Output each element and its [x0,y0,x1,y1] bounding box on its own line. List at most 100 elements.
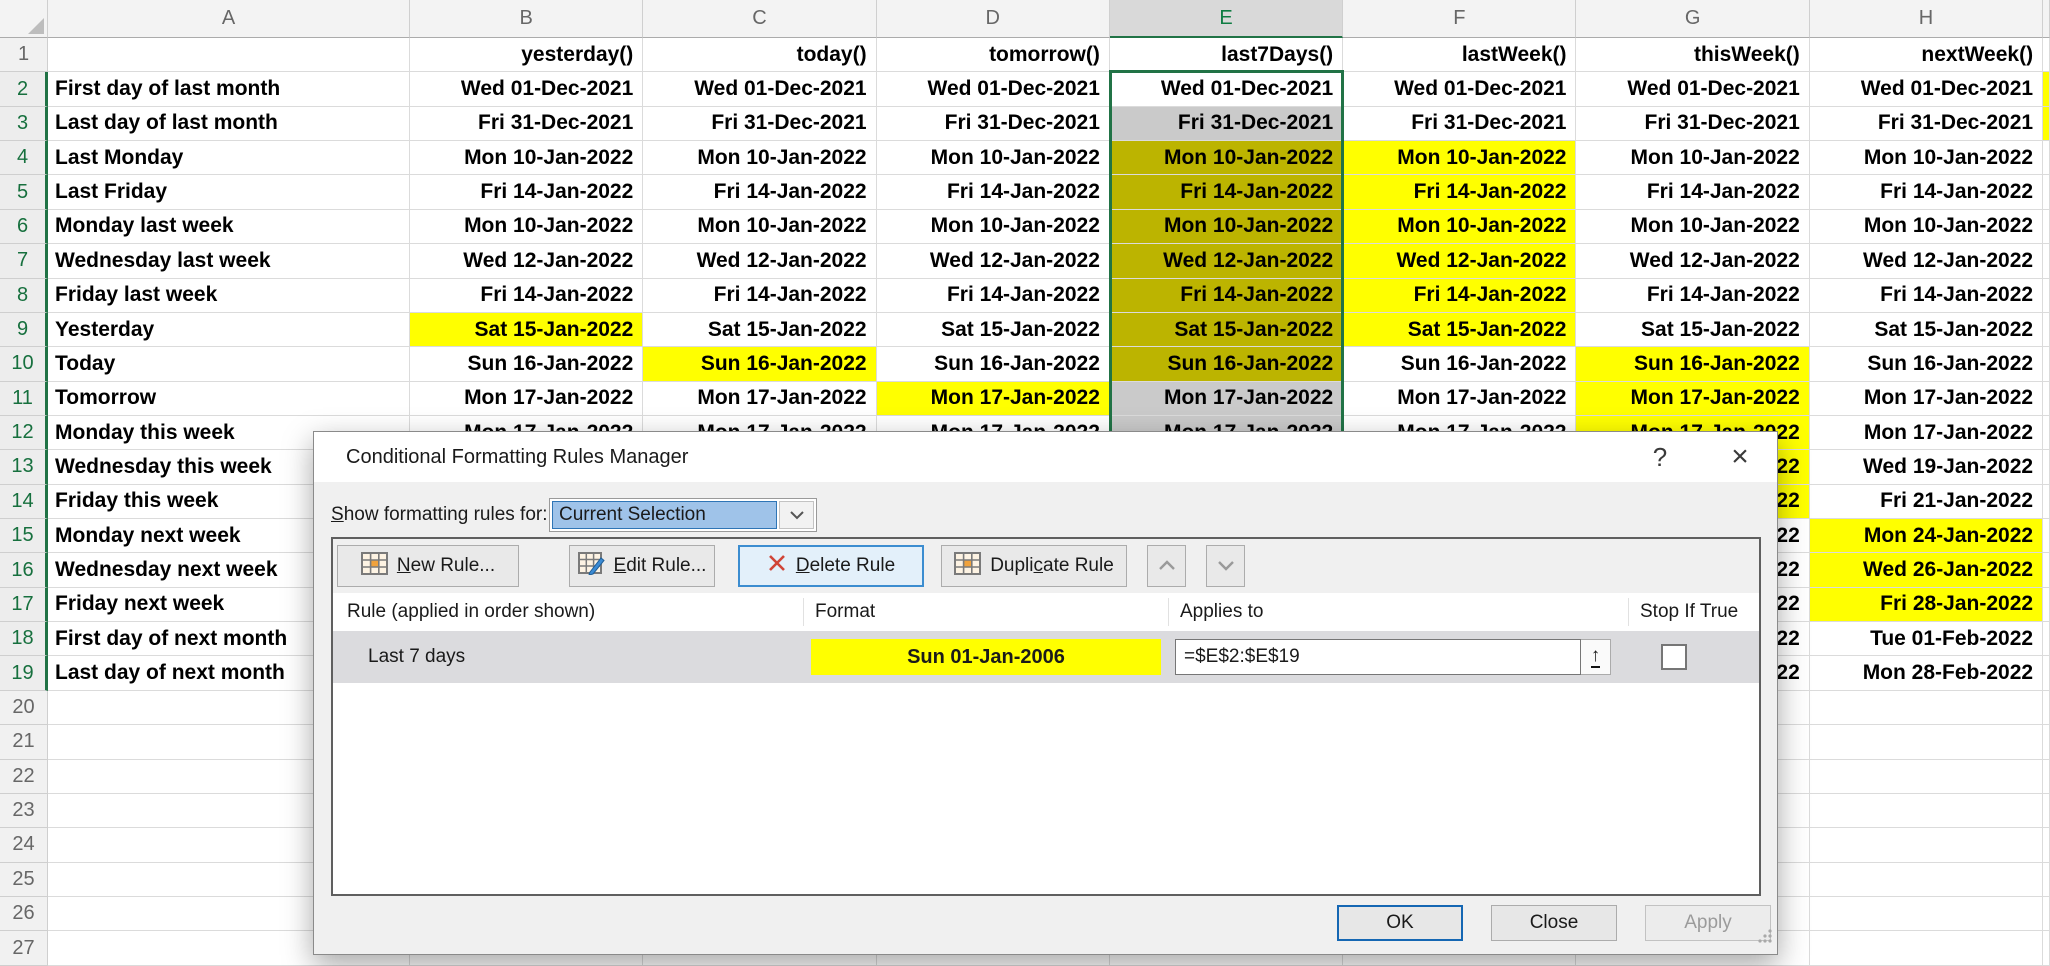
cell-D1[interactable]: tomorrow() [877,38,1110,72]
cell-A8[interactable]: Friday last week [48,279,410,313]
cell-partial-right-22[interactable] [2043,760,2050,794]
cell-E4[interactable]: Mon 10-Jan-2022 [1110,141,1343,175]
cell-D10[interactable]: Sun 16-Jan-2022 [877,347,1110,381]
cell-D6[interactable]: Mon 10-Jan-2022 [877,210,1110,244]
cell-H26[interactable] [1810,897,2043,931]
cell-partial-right-6[interactable] [2043,210,2050,244]
cell-C10[interactable]: Sun 16-Jan-2022 [643,347,876,381]
cell-A9[interactable]: Yesterday [48,313,410,347]
cell-H22[interactable] [1810,760,2043,794]
delete-rule-button[interactable]: Delete Rule [738,545,924,587]
column-header-partial-right[interactable] [2043,0,2050,38]
cell-A11[interactable]: Tomorrow [48,382,410,416]
cell-C4[interactable]: Mon 10-Jan-2022 [643,141,876,175]
column-header-H[interactable]: H [1810,0,2043,38]
rule-row-last-7-days[interactable]: Last 7 days Sun 01-Jan-2006 =$E$2:$E$19 … [333,631,1759,683]
column-header-F[interactable]: F [1343,0,1576,38]
cell-E11[interactable]: Mon 17-Jan-2022 [1110,382,1343,416]
cell-partial-right-5[interactable] [2043,175,2050,209]
row-header-2[interactable]: 2 [0,72,48,106]
cell-H11[interactable]: Mon 17-Jan-2022 [1810,382,2043,416]
cell-G10[interactable]: Sun 16-Jan-2022 [1576,347,1809,381]
cell-E8[interactable]: Fri 14-Jan-2022 [1110,279,1343,313]
column-header-C[interactable]: C [643,0,876,38]
row-header-17[interactable]: 17 [0,588,48,622]
cell-H17[interactable]: Fri 28-Jan-2022 [1810,588,2043,622]
cell-H25[interactable] [1810,863,2043,897]
cell-partial-right-7[interactable] [2043,244,2050,278]
column-header-E[interactable]: E [1110,0,1343,38]
help-icon[interactable]: ? [1632,432,1688,482]
cell-D11[interactable]: Mon 17-Jan-2022 [877,382,1110,416]
cell-C7[interactable]: Wed 12-Jan-2022 [643,244,876,278]
cell-B3[interactable]: Fri 31-Dec-2021 [410,107,643,141]
ok-button[interactable]: OK [1337,905,1463,941]
row-header-23[interactable]: 23 [0,794,48,828]
row-header-7[interactable]: 7 [0,244,48,278]
cell-G8[interactable]: Fri 14-Jan-2022 [1576,279,1809,313]
cell-C9[interactable]: Sat 15-Jan-2022 [643,313,876,347]
cell-partial-right-21[interactable] [2043,725,2050,759]
cell-E3[interactable]: Fri 31-Dec-2021 [1110,107,1343,141]
cell-D4[interactable]: Mon 10-Jan-2022 [877,141,1110,175]
cell-partial-right-24[interactable] [2043,828,2050,862]
cell-H6[interactable]: Mon 10-Jan-2022 [1810,210,2043,244]
cell-D8[interactable]: Fri 14-Jan-2022 [877,279,1110,313]
cell-partial-right-27[interactable] [2043,931,2050,965]
cell-partial-right-17[interactable] [2043,588,2050,622]
cell-H14[interactable]: Fri 21-Jan-2022 [1810,485,2043,519]
cell-C1[interactable]: today() [643,38,876,72]
cell-C5[interactable]: Fri 14-Jan-2022 [643,175,876,209]
cell-C2[interactable]: Wed 01-Dec-2021 [643,72,876,106]
cell-G7[interactable]: Wed 12-Jan-2022 [1576,244,1809,278]
cell-H19[interactable]: Mon 28-Feb-2022 [1810,656,2043,690]
cell-F6[interactable]: Mon 10-Jan-2022 [1343,210,1576,244]
chevron-down-icon[interactable] [779,501,814,529]
column-header-G[interactable]: G [1576,0,1809,38]
stop-if-true-checkbox[interactable] [1661,644,1687,670]
cell-G3[interactable]: Fri 31-Dec-2021 [1576,107,1809,141]
cell-F8[interactable]: Fri 14-Jan-2022 [1343,279,1576,313]
cell-partial-right-9[interactable] [2043,313,2050,347]
row-header-16[interactable]: 16 [0,553,48,587]
row-header-9[interactable]: 9 [0,313,48,347]
cell-C8[interactable]: Fri 14-Jan-2022 [643,279,876,313]
cell-partial-right-3[interactable] [2043,107,2050,141]
row-header-4[interactable]: 4 [0,141,48,175]
cell-H27[interactable] [1810,931,2043,965]
cell-H5[interactable]: Fri 14-Jan-2022 [1810,175,2043,209]
cell-F9[interactable]: Sat 15-Jan-2022 [1343,313,1576,347]
row-header-18[interactable]: 18 [0,622,48,656]
cell-E5[interactable]: Fri 14-Jan-2022 [1110,175,1343,209]
cell-B10[interactable]: Sun 16-Jan-2022 [410,347,643,381]
cell-A4[interactable]: Last Monday [48,141,410,175]
cell-B7[interactable]: Wed 12-Jan-2022 [410,244,643,278]
row-header-26[interactable]: 26 [0,897,48,931]
move-rule-up-button[interactable] [1147,545,1186,587]
row-header-15[interactable]: 15 [0,519,48,553]
cell-B9[interactable]: Sat 15-Jan-2022 [410,313,643,347]
cell-partial-right-18[interactable] [2043,622,2050,656]
cell-partial-right-20[interactable] [2043,691,2050,725]
cell-G11[interactable]: Mon 17-Jan-2022 [1576,382,1809,416]
cell-G9[interactable]: Sat 15-Jan-2022 [1576,313,1809,347]
cell-G2[interactable]: Wed 01-Dec-2021 [1576,72,1809,106]
cell-H9[interactable]: Sat 15-Jan-2022 [1810,313,2043,347]
row-header-11[interactable]: 11 [0,382,48,416]
column-header-A[interactable]: A [48,0,410,38]
resize-grip[interactable] [1758,927,1772,949]
cell-A10[interactable]: Today [48,347,410,381]
cell-partial-right-11[interactable] [2043,382,2050,416]
cell-partial-right-14[interactable] [2043,485,2050,519]
cell-E9[interactable]: Sat 15-Jan-2022 [1110,313,1343,347]
cell-partial-right-13[interactable] [2043,450,2050,484]
row-header-1[interactable]: 1 [0,38,48,72]
cell-partial-right-15[interactable] [2043,519,2050,553]
cell-E2[interactable]: Wed 01-Dec-2021 [1110,72,1343,106]
cell-H1[interactable]: nextWeek() [1810,38,2043,72]
row-header-19[interactable]: 19 [0,656,48,690]
cell-H8[interactable]: Fri 14-Jan-2022 [1810,279,2043,313]
cell-F2[interactable]: Wed 01-Dec-2021 [1343,72,1576,106]
cell-E1[interactable]: last7Days() [1110,38,1343,72]
cell-H24[interactable] [1810,828,2043,862]
